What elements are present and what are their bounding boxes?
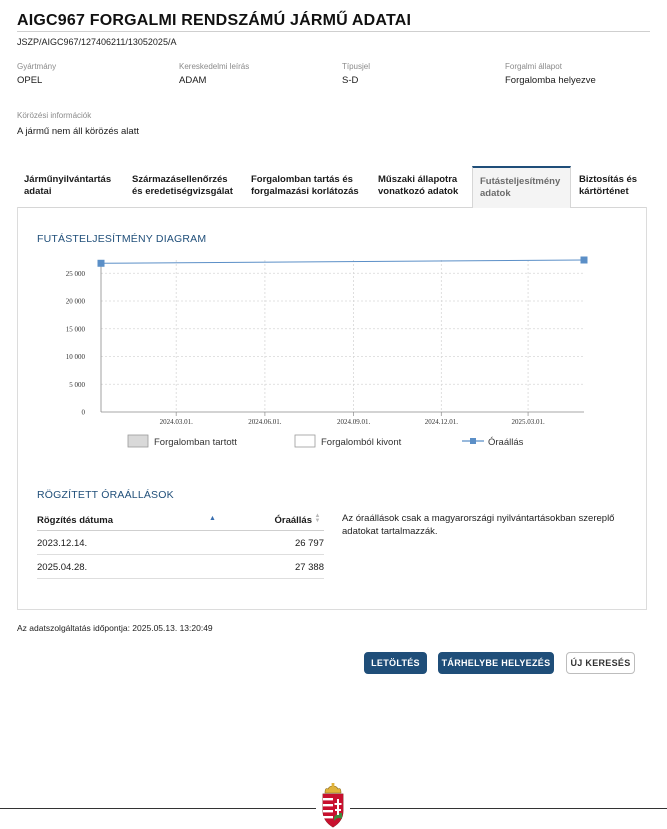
commercial-name-label: Kereskedelmi leírás <box>179 62 250 71</box>
tab-bar: Járműnyilvántartás adatai Származásellenő… <box>17 166 647 208</box>
legend-label-mileage: Óraállás <box>488 437 524 448</box>
tab-registry-data[interactable]: Járműnyilvántartás adatai <box>17 166 125 208</box>
y-tick-label: 5 000 <box>69 381 85 389</box>
manufacturer-label: Gyártmány <box>17 62 57 71</box>
circulation-label: Körözési információk <box>17 111 92 120</box>
footer-divider <box>350 808 667 809</box>
readings-section-title: RÖGZÍTETT ÓRAÁLLÁSOK <box>37 489 174 501</box>
download-button[interactable]: LETÖLTÉS <box>364 652 427 674</box>
legend-label-in-service: Forgalomban tartott <box>154 437 237 448</box>
legend-swatch-out-of-service <box>294 434 316 448</box>
type-value: S-D <box>342 75 359 86</box>
legend-label-out-of-service: Forgalomból kivont <box>321 437 402 448</box>
tab-traffic-restrictions[interactable]: Forgalomban tartás és forgalmazási korlát… <box>244 166 371 208</box>
circulation-value: A jármű nem áll körözés alatt <box>17 126 139 137</box>
y-tick-label: 15 000 <box>66 325 86 333</box>
commercial-name-value: ADAM <box>179 75 207 86</box>
y-tick-label: 25 000 <box>66 270 86 278</box>
y-tick-label: 10 000 <box>66 353 86 361</box>
plot-area <box>101 260 584 412</box>
reference-number: JSZP/AIGC967/127406211/13052025/A <box>17 37 177 47</box>
legend-swatch-in-service <box>127 434 149 448</box>
store-button[interactable]: TÁRHELYBE HELYEZÉS <box>438 652 554 674</box>
x-tick-label: 2024.09.01. <box>337 418 371 426</box>
sort-icon[interactable]: ▲ ▼ <box>314 513 321 524</box>
x-tick-label: 2024.06.01. <box>248 418 282 426</box>
page-title: AIGC967 FORGALMI RENDSZÁMÚ JÁRMŰ ADATAI <box>17 12 412 29</box>
column-header-mileage[interactable]: Óraállás <box>275 515 313 526</box>
reading-date: 2023.12.14. <box>37 538 88 549</box>
new-search-button[interactable]: ÚJ KERESÉS <box>566 652 635 674</box>
mileage-chart: 0 5 000 10 000 15 000 20 000 25 000 2024.03.01… <box>66 256 588 448</box>
x-tick-label: 2024.12.01. <box>425 418 459 426</box>
table-header: Rögzítés dátuma ▲ Óraállás ▲ ▼ <box>37 510 324 531</box>
table-row: 2023.12.14. 26 797 <box>37 531 324 555</box>
data-point <box>580 256 588 264</box>
x-tick-label: 2024.03.01. <box>160 418 194 426</box>
chart-section-title: FUTÁSTELJESÍTMÉNY DIAGRAM <box>37 233 207 245</box>
manufacturer-value: OPEL <box>17 75 43 86</box>
y-tick-label: 20 000 <box>66 298 86 306</box>
reading-value: 26 797 <box>294 538 324 549</box>
traffic-status-label: Forgalmi állapot <box>505 62 562 71</box>
x-tick-label: 2025.03.01. <box>511 418 545 426</box>
data-point <box>97 259 105 267</box>
footer-divider <box>0 808 316 809</box>
service-timestamp: Az adatszolgáltatás időpontja: 2025.05.1… <box>17 623 213 633</box>
tab-mileage-data[interactable]: Futásteljesítmény adatok <box>472 166 571 208</box>
sort-ascending-icon[interactable]: ▲ <box>209 515 216 522</box>
type-label: Típusjel <box>342 62 371 71</box>
title-divider <box>17 31 650 32</box>
tab-insurance-history[interactable]: Biztosítás és kártörténet <box>572 166 647 208</box>
traffic-status-value: Forgalomba helyezve <box>505 75 596 86</box>
tab-origin-check[interactable]: Származásellenőrzés és eredetiségvizsgála… <box>125 166 244 208</box>
readings-table: Rögzítés dátuma ▲ Óraállás ▲ ▼ 2023.12.14… <box>37 510 324 579</box>
reading-value: 27 388 <box>294 562 324 573</box>
coat-of-arms-icon <box>322 783 344 828</box>
reading-date: 2025.04.28. <box>37 562 88 573</box>
readings-note: Az óraállások csak a magyarországi nyilv… <box>342 513 615 537</box>
legend-marker-mileage <box>470 438 476 444</box>
tab-technical-condition[interactable]: Műszaki állapotra vonatkozó adatok <box>371 166 472 208</box>
table-row: 2025.04.28. 27 388 <box>37 555 324 579</box>
y-tick-label: 0 <box>82 409 86 417</box>
column-header-date[interactable]: Rögzítés dátuma <box>37 515 113 526</box>
